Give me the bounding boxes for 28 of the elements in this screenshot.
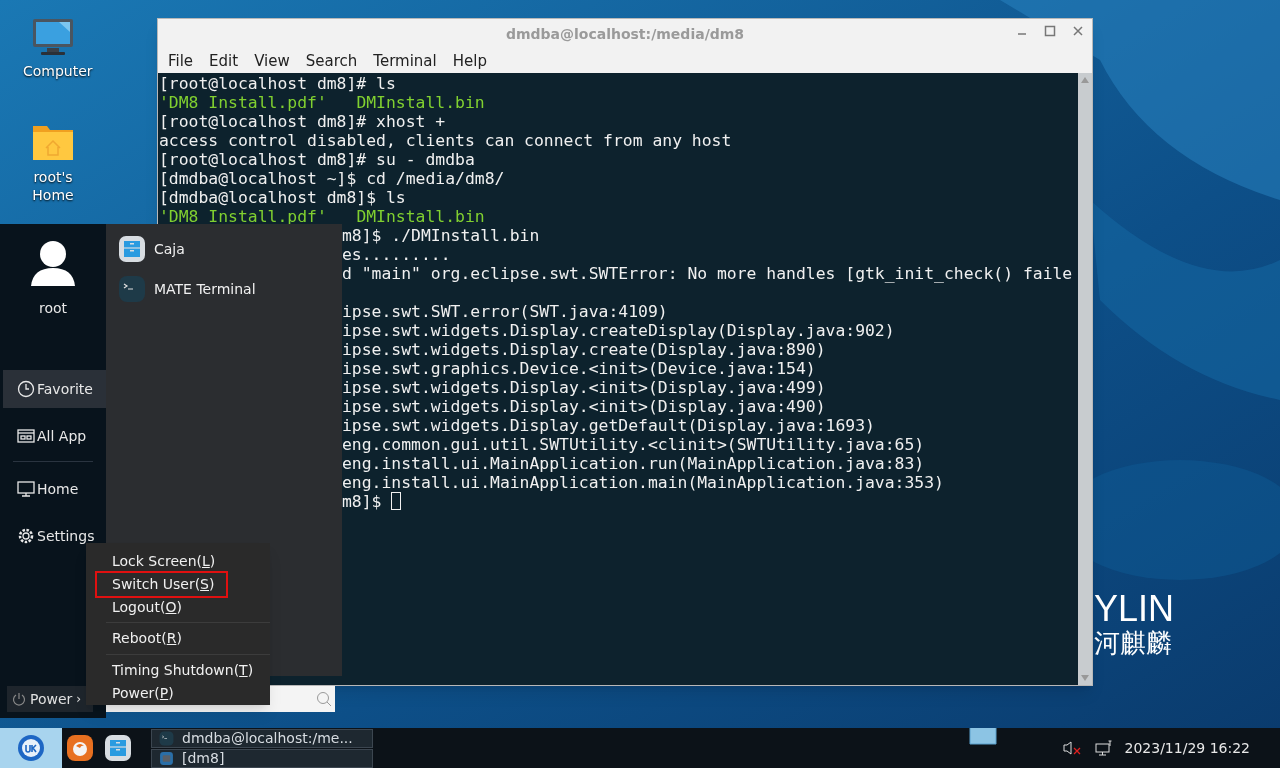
terminal-text: [root@localhost dm8]# xhost + bbox=[159, 112, 446, 131]
terminal-text: ipse.swt.widgets.Display.<init>(Display.java:499) bbox=[342, 378, 826, 397]
terminal-text: ipse.swt.widgets.Display.getDefault(Display.java:1693) bbox=[342, 416, 875, 435]
terminal-text: m8]$ bbox=[342, 492, 383, 511]
terminal-text: ipse.swt.graphics.Device.<init>(Device.java:154) bbox=[342, 359, 816, 378]
terminal-text: 'DM8 Install.pdf' bbox=[159, 207, 328, 226]
terminal-text: [dmdba@localhost ~]$ cd /media/dm8/ bbox=[159, 169, 505, 188]
logo-text: 河麒麟 bbox=[1094, 628, 1172, 658]
terminal-text: d "main" org.eclipse.swt.SWTError: No more handles [gtk_init_check() faile bbox=[342, 264, 1073, 283]
terminal-text: eng.install.ui.MainApplication.main(MainApplication.java:353) bbox=[342, 473, 944, 492]
terminal-text: DMInstall.bin bbox=[356, 93, 485, 112]
terminal-text: es......... bbox=[342, 245, 451, 264]
terminal-text: DMInstall.bin bbox=[356, 207, 485, 226]
terminal-text: ipse.swt.SWT.error(SWT.java:4109) bbox=[342, 302, 668, 321]
window-title: dmdba@localhost:/media/dm8 bbox=[505, 24, 745, 44]
terminal-text: ipse.swt.widgets.Display.<init>(Display.java:490) bbox=[342, 397, 826, 416]
terminal-text: eng.common.gui.util.SWTUtility.<clinit>(SWTUtility.java:65) bbox=[342, 435, 925, 454]
terminal-text: m8]$ ./DMInstall.bin bbox=[342, 226, 540, 245]
terminal-text: access control disabled, clients can connect from any host bbox=[159, 131, 732, 150]
terminal-text: [dmdba@localhost dm8]$ ls bbox=[159, 188, 406, 207]
terminal-text: ipse.swt.widgets.Display.createDisplay(Display.java:902) bbox=[342, 321, 895, 340]
terminal-text: 'DM8 Install.pdf' bbox=[159, 93, 328, 112]
terminal-text: ipse.swt.widgets.Display.create(Display.java:890) bbox=[342, 340, 826, 359]
terminal-text: eng.install.ui.MainApplication.run(MainApplication.java:83) bbox=[342, 454, 925, 473]
terminal-text: [root@localhost dm8]# ls bbox=[159, 74, 396, 93]
terminal-text: [root@localhost dm8]# su - dmdba bbox=[159, 150, 475, 169]
user-name: root bbox=[38, 299, 68, 318]
logo-text: YLIN bbox=[1094, 590, 1175, 628]
